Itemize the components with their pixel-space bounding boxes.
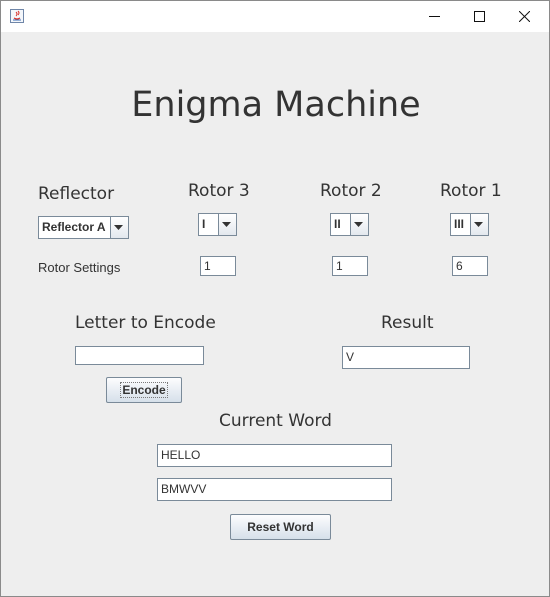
- chevron-down-icon: [354, 222, 363, 227]
- current-word-encoded-field[interactable]: BMWVV: [157, 478, 392, 501]
- page-title: Enigma Machine: [131, 85, 421, 125]
- reflector-select[interactable]: Reflector A: [38, 216, 129, 239]
- reset-word-button[interactable]: Reset Word: [230, 514, 331, 540]
- close-icon: [519, 11, 530, 22]
- rotor-2-selected-value: II: [331, 214, 351, 235]
- close-button[interactable]: [502, 1, 548, 32]
- rotor-1-setting-input[interactable]: 6: [452, 256, 488, 276]
- rotor-3-dropdown-button[interactable]: [217, 214, 236, 235]
- letter-to-encode-label: Letter to Encode: [75, 313, 216, 333]
- rotor-3-setting-input[interactable]: 1: [200, 256, 236, 276]
- rotor-1-select[interactable]: III: [450, 213, 489, 236]
- rotor-1-label: Rotor 1: [440, 181, 502, 201]
- maximize-button[interactable]: [457, 1, 503, 32]
- current-word-label: Current Word: [219, 411, 332, 431]
- minimize-button[interactable]: [412, 1, 458, 32]
- encode-button-label: Encode: [120, 382, 168, 398]
- reflector-selected-value: Reflector A: [39, 217, 111, 238]
- app-window: Enigma Machine Reflector Rotor 3 Rotor 2…: [0, 0, 550, 597]
- result-field[interactable]: V: [342, 346, 470, 369]
- title-bar[interactable]: [1, 1, 549, 32]
- rotor-1-selected-value: III: [451, 214, 471, 235]
- minimize-icon: [429, 16, 440, 17]
- letter-to-encode-input[interactable]: [75, 346, 204, 365]
- result-label: Result: [381, 313, 434, 333]
- reflector-dropdown-button[interactable]: [109, 217, 128, 238]
- encode-button[interactable]: Encode: [106, 377, 182, 403]
- chevron-down-icon: [222, 222, 231, 227]
- rotor-2-dropdown-button[interactable]: [349, 214, 368, 235]
- rotor-1-dropdown-button[interactable]: [469, 214, 488, 235]
- maximize-icon: [474, 11, 485, 22]
- rotor-3-select[interactable]: I: [198, 213, 237, 236]
- chevron-down-icon: [474, 222, 483, 227]
- rotor-2-setting-input[interactable]: 1: [332, 256, 368, 276]
- rotor-3-label: Rotor 3: [188, 181, 250, 201]
- rotor-2-select[interactable]: II: [330, 213, 369, 236]
- rotor-3-selected-value: I: [199, 214, 219, 235]
- rotor-settings-label: Rotor Settings: [38, 260, 121, 275]
- java-app-icon: [10, 9, 24, 23]
- reflector-label: Reflector: [38, 184, 115, 204]
- current-word-plain-field[interactable]: HELLO: [157, 444, 392, 467]
- chevron-down-icon: [114, 225, 123, 230]
- rotor-2-label: Rotor 2: [320, 181, 382, 201]
